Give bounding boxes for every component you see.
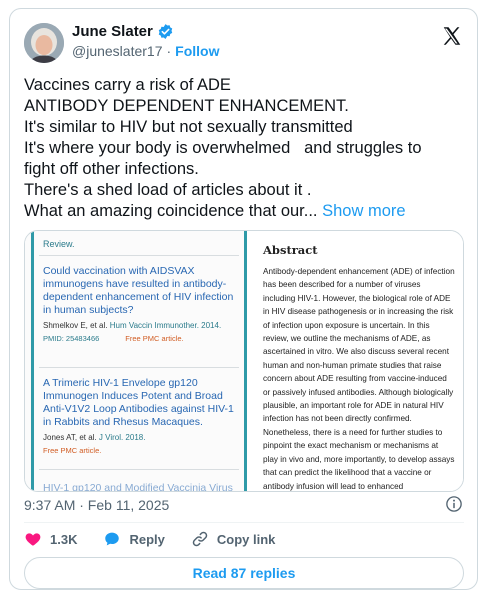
divider [24,522,464,523]
action-bar: 1.3K Reply Copy link [24,526,275,552]
article-title: A Trimeric HIV-1 Envelope gp120 Immunoge… [43,377,234,428]
tweet-text: Vaccines carry a risk of ADE ANTIBODY DE… [24,75,464,222]
tweet-card: June Slater @juneslater17 · Follow Vacci… [9,8,478,590]
follow-button[interactable]: Follow [175,43,219,59]
article-title: Could vaccination with AIDSVAX immunogen… [43,265,234,316]
free-pmc-label: Free PMC article. [125,334,184,343]
result-divider [39,367,239,368]
article-citation: Shmelkov E, et al. Hum Vaccin Immunother… [43,320,239,331]
like-count: 1.3K [50,531,78,547]
x-logo-icon[interactable] [441,25,463,47]
avatar[interactable] [24,23,64,63]
article-ids: PMID: 25483466 Free PMC article. [43,334,239,343]
article-pmid: PMID: 25483466 [43,334,100,343]
result-divider [39,255,239,256]
reply-label: Reply [129,531,165,547]
search-results-panel: Review. Could vaccination with AIDSVAX i… [25,231,247,492]
copy-link-label: Copy link [216,531,276,547]
link-icon [192,531,208,547]
author-handle-row: @juneslater17 · Follow [72,43,220,59]
copy-link-button[interactable]: Copy link [191,530,276,548]
tweet-line-last: What an amazing coincidence that our... … [24,201,464,222]
tweet-line: There's a shed load of articles about it… [24,181,312,199]
tweet-timestamp[interactable]: 9:37 AM · Feb 11, 2025 [24,497,169,513]
free-pmc-label: Free PMC article. [43,446,102,455]
abstract-heading: Abstract [263,243,318,257]
abstract-panel: Abstract Antibody-dependent enhancement … [251,231,463,491]
tweet-line: Vaccines carry a risk of ADE [24,76,231,94]
article-journal: Hum Vaccin Immunother. 2014. [109,321,222,330]
separator-dot: · [166,43,172,59]
tweet-line-text: What an amazing coincidence that our... [24,202,318,220]
result-divider [39,469,239,470]
verified-badge-icon [158,24,173,39]
tweet-line: fight off other infections. [24,160,199,178]
article-ids: Free PMC article. [43,446,239,455]
author-handle[interactable]: @juneslater17 [72,43,163,59]
tweet-line: ANTIBODY DEPENDENT ENHANCEMENT. [24,97,349,115]
article-authors: Jones AT, et al. [43,433,97,442]
tweet-line: It's similar to HIV but not sexually tra… [24,118,353,136]
article-title-cut-off: HIV-1 gp120 and Modified Vaccinia Virus [43,482,233,492]
media-image[interactable]: Review. Could vaccination with AIDSVAX i… [24,230,464,492]
author-name-row: June Slater [72,23,174,40]
reply-button[interactable]: Reply [103,530,165,548]
article-result: A Trimeric HIV-1 Envelope gp120 Immunoge… [43,377,239,455]
article-authors: Shmelkov E, et al. [43,321,108,330]
article-citation: Jones AT, et al. J Virol. 2018. [43,432,239,443]
article-result: Could vaccination with AIDSVAX immunogen… [43,265,239,343]
article-journal: J Virol. 2018. [98,433,146,442]
avatar-photo [24,23,64,63]
review-label: Review. [43,239,75,249]
show-more-link[interactable]: Show more [322,202,405,220]
tweet-line: It's where your body is overwhelmed and … [24,139,422,157]
heart-icon [25,533,41,546]
author-name[interactable]: June Slater [72,23,153,40]
abstract-body: Antibody-dependent enhancement (ADE) of … [263,267,455,491]
like-button[interactable]: 1.3K [24,530,77,548]
read-replies-button[interactable]: Read 87 replies [24,557,464,589]
read-replies-label: Read 87 replies [192,565,296,581]
reply-bubble-icon [105,532,120,546]
info-icon[interactable] [445,495,463,513]
